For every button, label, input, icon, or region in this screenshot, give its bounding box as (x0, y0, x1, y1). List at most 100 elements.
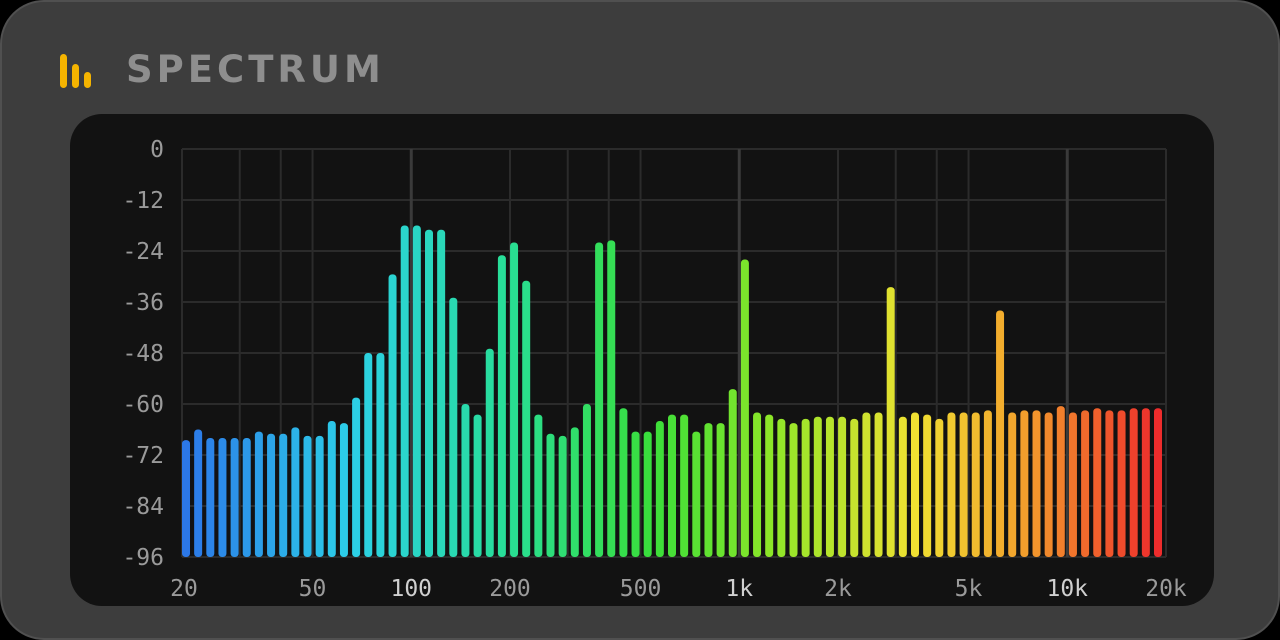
spectrum-bar (437, 229, 446, 557)
spectrum-bar (1044, 412, 1053, 557)
spectrum-bar (886, 287, 895, 557)
y-axis-ticks: 0 -12 -24 -36 -48 -60 -72 -84 -96 (122, 137, 164, 571)
spectrum-bar (194, 429, 203, 557)
spectrum-bar (789, 423, 798, 557)
spectrum-bar (546, 433, 555, 557)
x-tick-label: 2k (824, 576, 852, 602)
spectrum-bar (631, 431, 640, 557)
spectrum-panel: 0 -12 -24 -36 -48 -60 -72 -84 -96 20 50 100 200 500 1… (70, 114, 1214, 606)
spectrum-bar (1068, 412, 1077, 557)
y-tick-label: -72 (122, 443, 164, 469)
spectrum-bar (996, 310, 1005, 557)
spectrum-bar (1008, 412, 1017, 557)
spectrum-bar (303, 435, 312, 557)
spectrum-bar (376, 353, 385, 557)
spectrum-bar (959, 412, 968, 557)
spectrum-bar (971, 412, 980, 557)
spectrum-bar (254, 431, 263, 557)
spectrum-bar (753, 412, 762, 557)
y-tick-label: -36 (122, 290, 164, 316)
spectrum-bar (643, 431, 652, 557)
y-tick-label: 0 (150, 137, 164, 163)
x-tick-label: 5k (955, 576, 983, 602)
spectrum-card: SPECTRUM 0 -12 -24 -36 -48 -60 -72 -84 -96 20 50 1… (0, 0, 1280, 640)
spectrum-bar (182, 440, 190, 557)
spectrum-bar (522, 280, 531, 557)
y-tick-label: -48 (122, 341, 164, 367)
y-tick-label: -24 (122, 239, 164, 265)
spectrum-bar (510, 242, 519, 557)
page-title: SPECTRUM (126, 47, 385, 91)
spectrum-bar (1129, 408, 1138, 557)
spectrum-bar (267, 433, 276, 557)
spectrum-bar (388, 274, 397, 557)
x-tick-label: 20 (170, 576, 198, 602)
spectrum-bar (279, 433, 288, 557)
spectrum-bar (1154, 408, 1162, 557)
spectrum-bar (1020, 410, 1029, 557)
spectrum-bar (777, 418, 786, 557)
spectrum-bar (838, 416, 847, 557)
header: SPECTRUM (58, 46, 385, 92)
spectrum-bar (716, 423, 725, 557)
spectrum-bar (473, 414, 482, 557)
spectrum-bar (582, 404, 591, 557)
spectrum-bar (874, 412, 883, 557)
spectrum-bar (947, 412, 956, 557)
spectrum-bar (339, 423, 348, 557)
spectrum-bar (668, 414, 676, 557)
spectrum-bar (315, 435, 324, 557)
x-tick-label: 10k (1046, 576, 1088, 602)
spectrum-bar (850, 418, 859, 557)
spectrum-bar (728, 389, 737, 557)
x-axis-ticks: 20 50 100 200 500 1k 2k 5k 10k 20k (170, 576, 1187, 602)
spectrum-bar (801, 418, 810, 557)
spectrum-bar (1056, 406, 1065, 557)
spectrum-bar (911, 412, 919, 557)
spectrum-bar (1117, 410, 1126, 557)
x-tick-label: 50 (299, 576, 327, 602)
spectrum-bar (485, 348, 494, 557)
spectrum-bar (364, 353, 373, 557)
y-tick-label: -96 (122, 545, 164, 571)
spectrum-bar (558, 435, 567, 557)
spectrum-bar (619, 408, 628, 557)
spectrum-bar (230, 438, 239, 557)
spectrum-bar (291, 427, 300, 557)
spectrum-chart: 0 -12 -24 -36 -48 -60 -72 -84 -96 20 50 100 200 500 1… (122, 137, 1187, 602)
x-tick-label: 1k (725, 576, 753, 602)
spectrum-bar (534, 414, 543, 557)
spectrum-bar (327, 421, 336, 557)
x-tick-label: 20k (1145, 576, 1187, 602)
spectrum-bar (923, 414, 932, 557)
y-tick-label: -12 (122, 188, 164, 214)
spectrum-bar (704, 423, 713, 557)
y-tick-label: -60 (122, 392, 164, 418)
spectrum-bar (425, 229, 433, 557)
spectrum-bar (813, 416, 822, 557)
spectrum-bar (1032, 410, 1041, 557)
spectrum-bar (461, 404, 470, 557)
spectrum-bar (607, 240, 616, 557)
spectrum-bar (935, 418, 944, 557)
x-tick-label: 500 (620, 576, 662, 602)
spectrum-bar (570, 427, 579, 557)
y-tick-label: -84 (122, 494, 164, 520)
spectrum-bar (740, 259, 749, 557)
spectrum-bar (1081, 410, 1090, 557)
bar-chart-icon (60, 54, 91, 88)
spectrum-bar (400, 225, 409, 557)
spectrum-bar (983, 410, 992, 557)
spectrum-bar (862, 412, 871, 557)
spectrum-bar (595, 242, 604, 557)
spectrum-bar (1141, 408, 1150, 557)
spectrum-bars (182, 225, 1162, 557)
spectrum-bar (497, 255, 506, 557)
spectrum-bar (352, 397, 361, 557)
spectrum-bar (692, 431, 701, 557)
spectrum-bar (680, 414, 689, 557)
spectrum-bar (412, 225, 421, 557)
spectrum-bar (1105, 410, 1114, 557)
spectrum-bar (449, 297, 458, 557)
x-tick-label: 100 (390, 576, 432, 602)
